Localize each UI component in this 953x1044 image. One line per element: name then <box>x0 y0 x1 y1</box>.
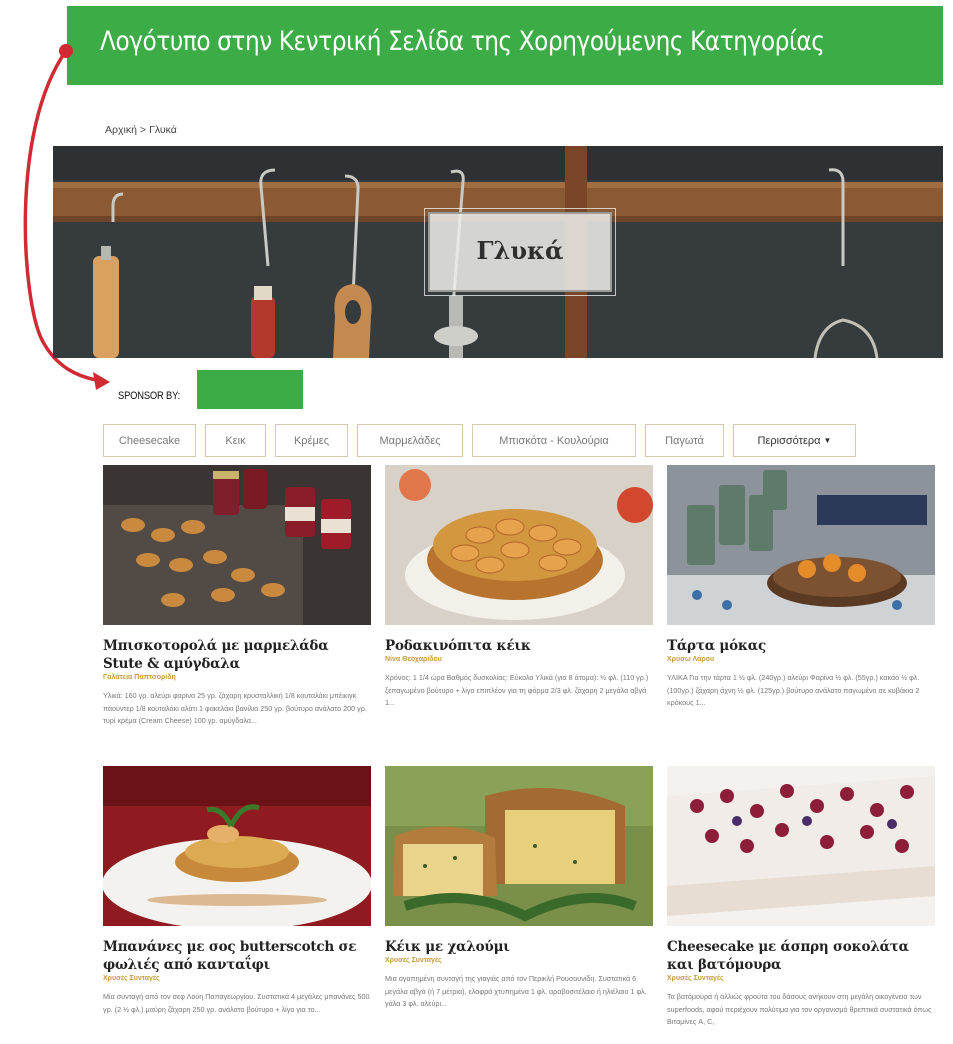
recipe-image[interactable] <box>385 465 653 625</box>
recipe-description: Μία συνταγή από τον σεφ Λούη Παπαγεωργίο… <box>103 992 370 1014</box>
recipe-title[interactable]: Κέικ με χαλούμι <box>385 938 653 956</box>
annotation-banner-text: Λογότυπο στην Κεντρική Σελίδα της Χορηγο… <box>100 26 825 57</box>
tab-label: Cheesecake <box>118 434 181 447</box>
recipe-author[interactable]: Χρυσές Συνταγές <box>385 957 653 964</box>
recipe-image[interactable] <box>385 766 653 926</box>
recipe-card[interactable]: Μπανάνες με σος butterscotch σε φωλιές α… <box>103 766 371 1016</box>
recipe-description: Υλικά: 160 γρ. αλεύρι φαρίνα 25 γρ. ζάχα… <box>103 691 367 725</box>
breadcrumb-current: Γλυκά <box>149 124 177 136</box>
tab-label: Περισσότερα <box>757 434 821 447</box>
recipe-card[interactable]: Ροδακινόπιτα κέικ Νίνα Θεοχαρίδου Χρόνος… <box>385 465 653 710</box>
tab-marmelades[interactable]: Μαρμελάδες <box>357 424 463 457</box>
recipe-photo-mocha-tart <box>667 465 935 625</box>
recipe-card[interactable]: Μπισκοτορολά με μαρμελάδα Stute & αμύγδα… <box>103 465 371 728</box>
page-title: Γλυκά <box>476 236 564 265</box>
tab-label: Κρέμες <box>293 434 330 447</box>
tab-label: Παγωτά <box>665 434 704 447</box>
recipe-author[interactable]: Γαλάτεια Παπτσορίδη <box>103 674 371 681</box>
recipe-photo-banana-kataifi <box>103 766 371 926</box>
recipe-image[interactable] <box>667 465 935 625</box>
recipe-card[interactable]: Cheesecake με άσπρη σοκολάτα και βατόμου… <box>667 766 935 1029</box>
chevron-down-icon: ▼ <box>823 436 832 445</box>
recipe-title[interactable]: Μπανάνες με σος butterscotch σε φωλιές α… <box>103 938 371 974</box>
recipe-description: Χρόνος: 1 1/4 ώρα Βαθμός δυσκολίας: Εύκο… <box>385 673 649 707</box>
recipe-author[interactable]: Νίνα Θεοχαρίδου <box>385 656 653 663</box>
recipe-photo-cheesecake <box>667 766 935 926</box>
recipe-description: ΥΛΙΚΑ Για την τάρτα 1 ½ φλ. (240γρ.) αλε… <box>667 673 920 707</box>
recipe-title[interactable]: Cheesecake με άσπρη σοκολάτα και βατόμου… <box>667 938 935 974</box>
recipe-card[interactable]: Κέικ με χαλούμι Χρυσές Συνταγές Μια αγαπ… <box>385 766 653 1011</box>
recipe-author[interactable]: Χρυσές Συνταγές <box>667 975 935 982</box>
recipe-image[interactable] <box>103 465 371 625</box>
tab-keik[interactable]: Κεικ <box>205 424 266 457</box>
tab-label: Κεικ <box>225 434 246 447</box>
category-hero: Γλυκά <box>53 146 943 358</box>
recipe-image[interactable] <box>103 766 371 926</box>
breadcrumb: Αρχική > Γλυκά <box>105 124 180 136</box>
tab-label: Μπισκότα - Κουλούρια <box>499 434 609 447</box>
breadcrumb-separator: > <box>139 124 147 136</box>
subcategory-tabs: Cheesecake Κεικ Κρέμες Μαρμελάδες Μπισκό… <box>103 424 865 457</box>
tab-biskota-koulouria[interactable]: Μπισκότα - Κουλούρια <box>472 424 636 457</box>
sponsor-label: SPONSOR BY: <box>118 390 181 402</box>
sponsor-logo[interactable] <box>197 370 303 409</box>
recipe-title[interactable]: Τάρτα μόκας <box>667 637 935 655</box>
tab-label: Μαρμελάδες <box>379 434 441 447</box>
recipe-photo-cookies <box>103 465 371 625</box>
recipe-title[interactable]: Μπισκοτορολά με μαρμελάδα Stute & αμύγδα… <box>103 637 371 673</box>
tab-pagota[interactable]: Παγωτά <box>645 424 724 457</box>
hero-title-box: Γλυκά <box>424 208 616 296</box>
recipe-author[interactable]: Χρυσές Συνταγές <box>103 975 371 982</box>
recipe-author[interactable]: Χρύσω Λάρου <box>667 656 935 663</box>
recipe-title[interactable]: Ροδακινόπιτα κέικ <box>385 637 653 655</box>
recipe-photo-halloumi-cake <box>385 766 653 926</box>
tab-kremes[interactable]: Κρέμες <box>275 424 348 457</box>
recipe-description: Τα βατόμουρα ή αλλιώς φρούτα του δάσους … <box>667 992 932 1026</box>
breadcrumb-home-link[interactable]: Αρχική <box>105 124 137 136</box>
recipe-photo-peach-cake <box>385 465 653 625</box>
recipe-image[interactable] <box>667 766 935 926</box>
tab-cheesecake[interactable]: Cheesecake <box>103 424 196 457</box>
tab-more-dropdown[interactable]: Περισσότερα ▼ <box>733 424 856 457</box>
annotation-banner: Λογότυπο στην Κεντρική Σελίδα της Χορηγο… <box>67 6 943 85</box>
recipe-card[interactable]: Τάρτα μόκας Χρύσω Λάρου ΥΛΙΚΑ Για την τά… <box>667 465 935 710</box>
recipe-description: Μια αγαπημένη συνταγή της γιαγιάς από το… <box>385 974 647 1008</box>
annotation-dot <box>59 44 73 58</box>
